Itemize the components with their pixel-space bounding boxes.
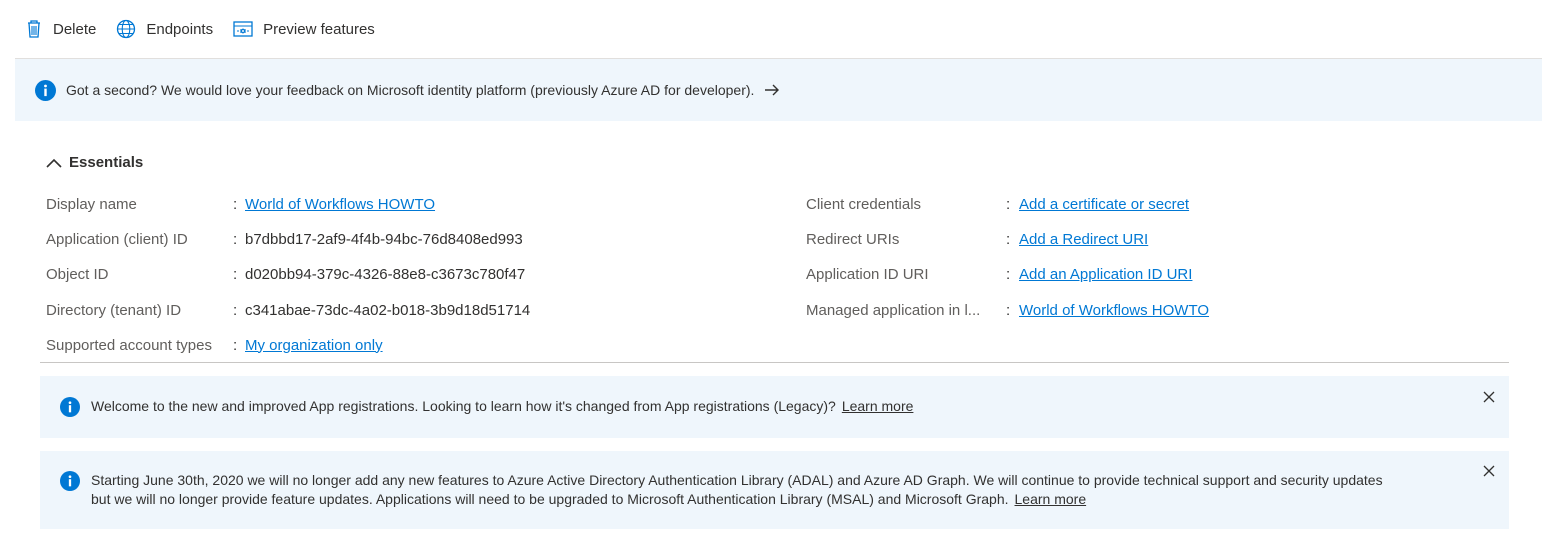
essentials-row-managed-app: Managed application in l... : World of W… — [806, 299, 1209, 321]
welcome-message: Welcome to the new and improved App regi… — [91, 397, 913, 416]
info-icon — [60, 471, 80, 491]
command-bar: Delete Endpoints Preview features — [15, 18, 1542, 59]
essentials-row-object-id: Object ID : d020bb94-379c-4326-88e8-c367… — [46, 263, 525, 285]
delete-label: Delete — [53, 20, 97, 38]
essentials-label: Directory (tenant) ID — [46, 301, 182, 319]
essentials-label: Redirect URIs — [806, 230, 900, 248]
welcome-message-bar: Welcome to the new and improved App regi… — [40, 376, 1509, 438]
info-icon — [60, 397, 80, 417]
essentials-colon: : — [233, 265, 238, 283]
add-app-id-uri-link[interactable]: Add an Application ID URI — [1019, 266, 1192, 283]
essentials-title: Essentials — [69, 154, 144, 171]
essentials-row-client-credentials: Client credentials : Add a certificate o… — [806, 193, 1189, 215]
feedback-banner: Got a second? We would love your feedbac… — [15, 59, 1542, 121]
trash-icon — [28, 20, 40, 38]
essentials-row-app-id-uri: Application ID URI : Add an Application … — [806, 263, 1192, 285]
essentials-label: Client credentials — [806, 195, 922, 213]
essentials-divider — [40, 362, 1509, 363]
delete-button[interactable]: Delete — [25, 18, 96, 40]
adal-message: Starting June 30th, 2020 we will no long… — [91, 471, 1491, 509]
endpoints-label: Endpoints — [146, 20, 214, 38]
endpoints-button[interactable]: Endpoints — [116, 18, 213, 40]
learn-more-link[interactable]: Learn more — [842, 398, 914, 414]
chevron-up-icon — [46, 158, 62, 168]
display-name-link[interactable]: World of Workflows HOWTO — [245, 196, 435, 213]
essentials-colon: : — [233, 301, 238, 319]
essentials-colon: : — [1006, 301, 1011, 319]
adal-message-bar: Starting June 30th, 2020 we will no long… — [40, 451, 1509, 529]
info-icon — [35, 79, 56, 101]
feedback-text: Got a second? We would love your feedbac… — [66, 82, 755, 98]
essentials-toggle[interactable]: Essentials — [46, 154, 143, 171]
add-certificate-link[interactable]: Add a certificate or secret — [1019, 196, 1189, 213]
essentials-colon: : — [1006, 230, 1011, 248]
essentials-label: Managed application in l... — [806, 301, 981, 319]
essentials-colon: : — [233, 230, 238, 248]
preview-features-label: Preview features — [263, 20, 375, 38]
account-types-link[interactable]: My organization only — [245, 337, 383, 354]
close-icon[interactable] — [1483, 391, 1495, 403]
managed-app-link[interactable]: World of Workflows HOWTO — [1019, 302, 1209, 319]
close-icon[interactable] — [1483, 465, 1495, 477]
essentials-row-tenant-id: Directory (tenant) ID : c341abae-73dc-4a… — [46, 299, 530, 321]
welcome-text: Welcome to the new and improved App regi… — [91, 398, 836, 414]
object-id-value: d020bb94-379c-4326-88e8-c3673c780f47 — [245, 265, 526, 283]
essentials-row-client-id: Application (client) ID : b7dbbd17-2af9-… — [46, 228, 523, 250]
tenant-id-value: c341abae-73dc-4a02-b018-3b9d18d51714 — [245, 301, 531, 319]
essentials-label: Application (client) ID — [46, 230, 188, 248]
arrow-right-icon[interactable] — [764, 84, 780, 96]
add-redirect-uri-link[interactable]: Add a Redirect URI — [1019, 231, 1148, 248]
essentials-label: Object ID — [46, 265, 109, 283]
adal-text-line1: Starting June 30th, 2020 we will no long… — [91, 472, 1383, 488]
essentials-label: Application ID URI — [806, 265, 929, 283]
essentials-colon: : — [233, 195, 238, 213]
essentials-colon: : — [1006, 195, 1011, 213]
preview-features-icon — [233, 21, 253, 37]
essentials-row-account-types: Supported account types : My organizatio… — [46, 334, 383, 356]
essentials-row-display-name: Display name : World of Workflows HOWTO — [46, 193, 435, 215]
adal-text-line2: but we will no longer provide feature up… — [91, 491, 1009, 507]
preview-features-button[interactable]: Preview features — [233, 18, 375, 40]
essentials-colon: : — [233, 336, 238, 354]
essentials-label: Supported account types — [46, 336, 212, 354]
essentials-label: Display name — [46, 195, 137, 213]
essentials-colon: : — [1006, 265, 1011, 283]
learn-more-link[interactable]: Learn more — [1015, 491, 1087, 507]
client-id-value: b7dbbd17-2af9-4f4b-94bc-76d8408ed993 — [245, 230, 523, 248]
globe-icon — [117, 19, 136, 39]
essentials-row-redirect-uris: Redirect URIs : Add a Redirect URI — [806, 228, 1148, 250]
